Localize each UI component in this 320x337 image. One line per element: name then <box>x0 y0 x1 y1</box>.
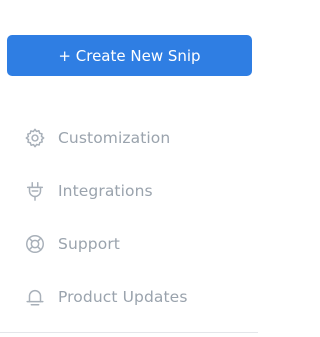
gear-icon <box>24 127 46 149</box>
bell-icon <box>24 286 46 308</box>
create-new-snip-button[interactable]: + Create New Snip <box>7 35 252 76</box>
nav-item-label: Integrations <box>58 182 153 200</box>
nav-item-label: Product Updates <box>58 288 188 306</box>
lifebuoy-icon <box>24 233 46 255</box>
plug-icon <box>24 180 46 202</box>
nav-item-support[interactable]: Support <box>24 231 120 257</box>
nav-item-product-updates[interactable]: Product Updates <box>24 284 188 310</box>
nav-item-label: Customization <box>58 129 171 147</box>
nav-item-integrations[interactable]: Integrations <box>24 178 153 204</box>
nav-item-customization[interactable]: Customization <box>24 125 170 151</box>
divider <box>0 332 258 333</box>
nav-item-label: Support <box>58 235 120 253</box>
sidebar: + Create New Snip Customization Integrat… <box>0 0 261 337</box>
